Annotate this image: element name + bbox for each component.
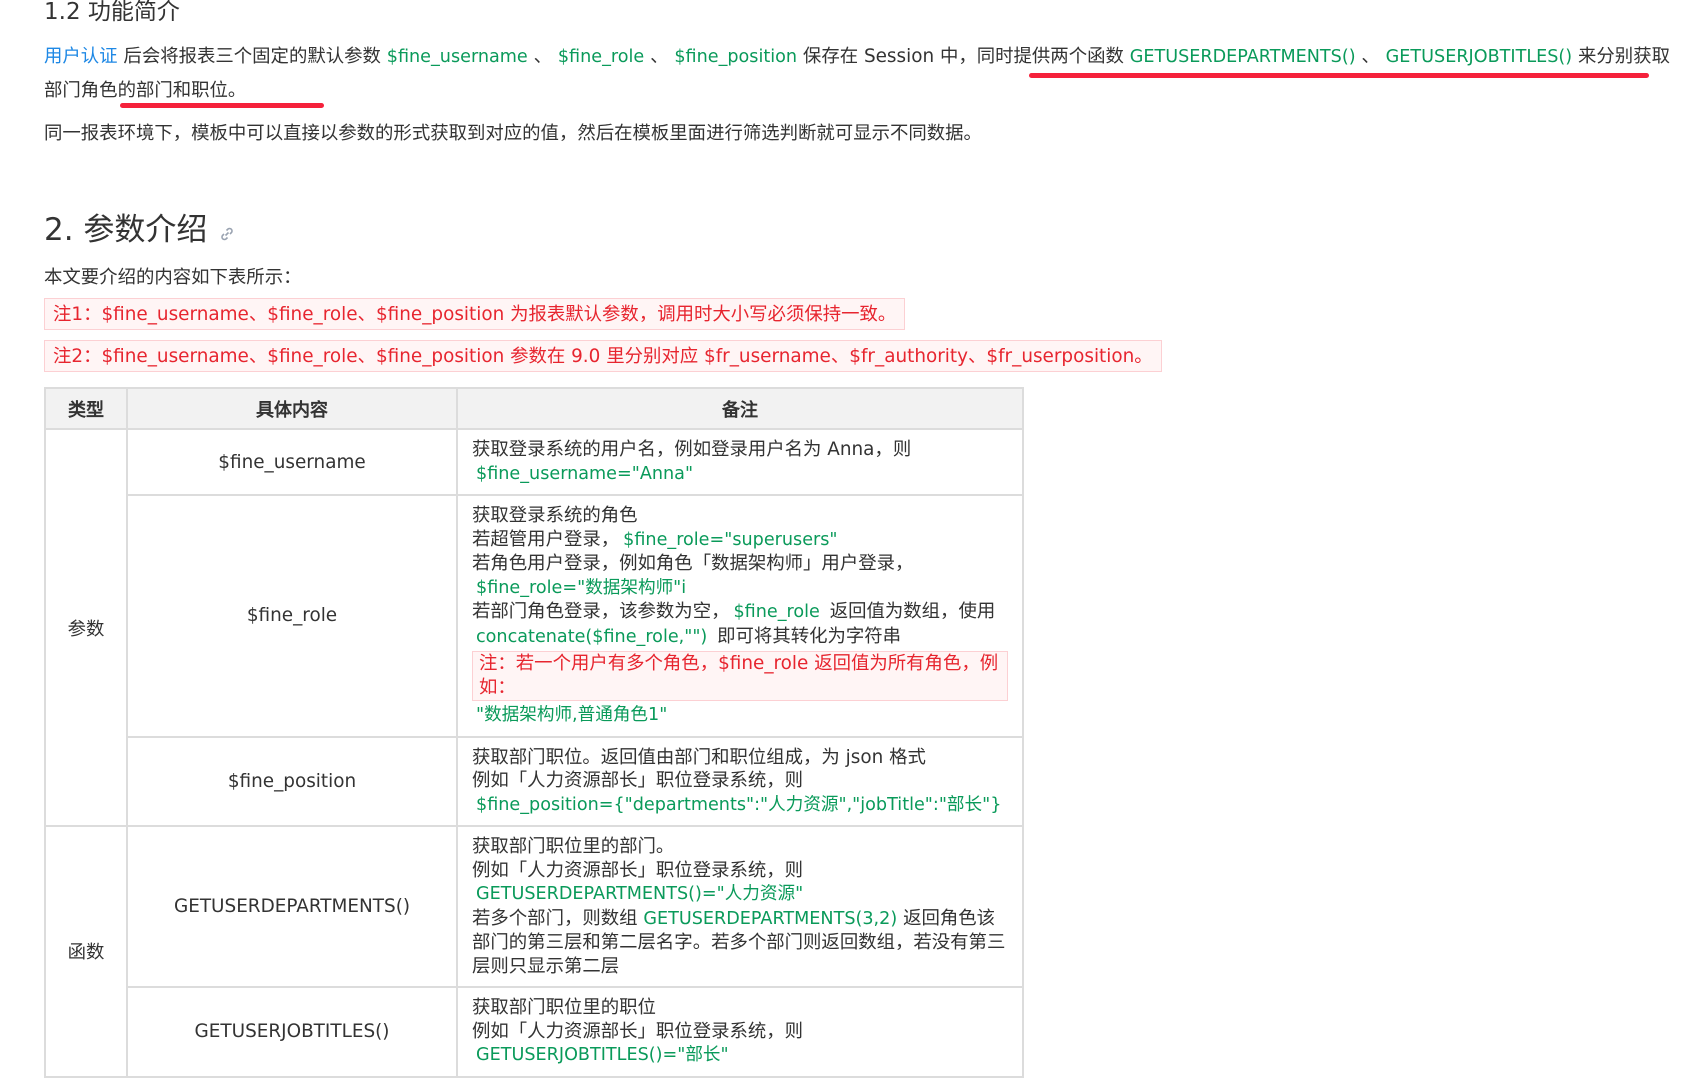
environment-paragraph: 同一报表环境下，模板中可以直接以参数的形式获取到对应的值，然后在模板里面进行筛选… (44, 123, 982, 144)
red-underline-mark-1 (1029, 73, 1649, 78)
item-getuserdepartments: GETUSERDEPARTMENTS() (126, 825, 458, 988)
item-fine-position: $fine_position (126, 735, 458, 827)
user-auth-link[interactable]: 用户认证 (44, 46, 118, 67)
type-cell-function: 函数 (44, 825, 128, 1078)
parameters-table: 类型 具体内容 备注 参数 $fine_username 获取登录系统的用户名，… (44, 387, 1024, 1078)
table-row: $fine_role 获取登录系统的角色 若超管用户登录， $fine_role=… (45, 494, 1024, 738)
header-type: 类型 (44, 387, 128, 430)
table-row: GETUSERJOBTITLES() 获取部门职位里的职位 例如「人力资源部长」… (45, 986, 1024, 1078)
code-fine-position: $fine_position (674, 47, 798, 67)
table-row: 函数 GETUSERDEPARTMENTS() 获取部门职位里的部门。 例如「人… (44, 825, 1024, 1078)
role-multiple-note: 注：若一个用户有多个角色，$fine_role 返回值为所有角色，例如： (472, 651, 1008, 701)
table-row: $fine_position 获取部门职位。返回值由部门和职位组成，为 json… (45, 735, 1024, 827)
table-header-row: 类型 具体内容 备注 (44, 387, 1024, 430)
table-row: 参数 $fine_username 获取登录系统的用户名，例如登录用户名为 An… (44, 428, 1024, 827)
remark-getuserjobtitles: 获取部门职位里的职位 例如「人力资源部长」职位登录系统，则 GETUSERJOB… (456, 986, 1024, 1078)
section-1-2-heading: 1.2 功能简介 (44, 0, 180, 25)
type-cell-param: 参数 (44, 428, 128, 827)
table-intro-text: 本文要介绍的内容如下表所示： (44, 267, 302, 288)
note-2: 注2：$fine_username、$fine_role、$fine_posit… (44, 340, 1162, 372)
remark-fine-role: 获取登录系统的角色 若超管用户登录， $fine_role="superusers… (456, 494, 1024, 738)
code-getuserjobtitles: GETUSERJOBTITLES() (1385, 47, 1573, 67)
code-fine-role: $fine_role (557, 47, 645, 67)
item-fine-role: $fine_role (126, 494, 458, 738)
code-getuserdepartments: GETUSERDEPARTMENTS() (1129, 47, 1356, 67)
intro-paragraph-line1: 用户认证 后会将报表三个固定的默认参数 $fine_username 、 $fi… (44, 46, 1670, 67)
item-fine-username: $fine_username (126, 428, 458, 496)
remark-fine-username: 获取登录系统的用户名，例如登录用户名为 Anna，则 $fine_usernam… (456, 428, 1024, 496)
header-content: 具体内容 (126, 387, 458, 430)
remark-getuserdepartments: 获取部门职位里的部门。 例如「人力资源部长」职位登录系统，则 GETUSERDE… (456, 825, 1024, 988)
note-1: 注1：$fine_username、$fine_role、$fine_posit… (44, 298, 906, 330)
item-getuserjobtitles: GETUSERJOBTITLES() (126, 986, 458, 1078)
header-remark: 备注 (456, 387, 1024, 430)
code-fine-username: $fine_username (386, 47, 528, 67)
remark-fine-position: 获取部门职位。返回值由部门和职位组成，为 json 格式 例如「人力资源部长」职… (456, 735, 1024, 827)
red-underline-mark-2 (120, 103, 324, 108)
link-chain-icon[interactable] (219, 214, 235, 250)
section-2-heading: 2. 参数介绍 (44, 204, 235, 250)
intro-paragraph-line2: 部门角色的部门和职位。 (44, 80, 247, 101)
